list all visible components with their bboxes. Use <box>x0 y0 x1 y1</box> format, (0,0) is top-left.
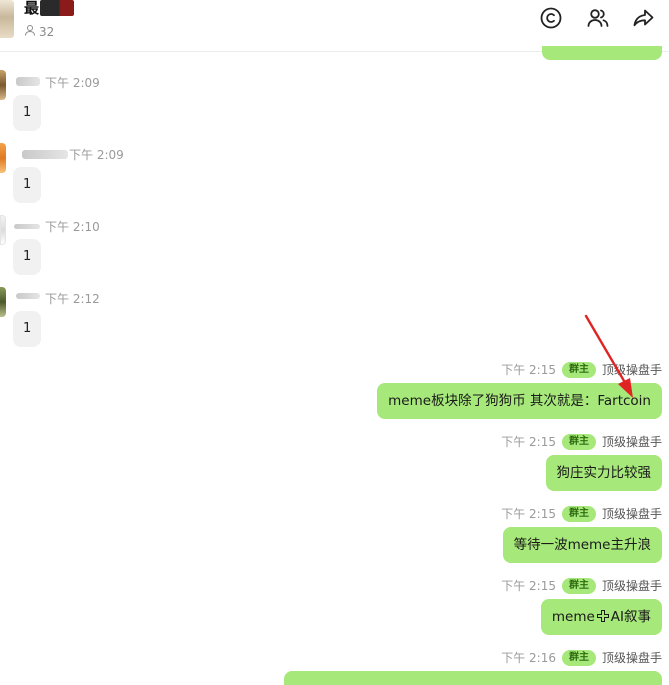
message-meta: 下午 2:15 群主 顶级操盘手 <box>501 433 662 450</box>
message-bubble-partial <box>542 46 662 60</box>
person-icon <box>24 24 36 39</box>
sender-name-obscured <box>22 150 68 159</box>
message-time: 下午 2:09 <box>45 76 100 90</box>
avatar[interactable] <box>0 70 6 100</box>
owner-badge: 群主 <box>561 649 596 666</box>
sender-name-obscured <box>16 293 40 299</box>
copyright-icon[interactable] <box>539 6 563 30</box>
message-bubble[interactable]: meme板块除了狗狗币 其次就是：Fartcoin <box>377 383 662 419</box>
plus-icon <box>596 601 610 622</box>
owner-badge: 群主 <box>561 361 596 378</box>
message-time: 下午 2:15 <box>501 579 556 593</box>
group-avatar[interactable] <box>0 0 14 38</box>
message-bubble[interactable]: 狗庄实力比较强 <box>545 455 662 491</box>
sender-name[interactable]: 顶级操盘手 <box>602 505 662 522</box>
message-bubble[interactable]: 1 <box>13 95 42 131</box>
message-time: 下午 2:15 <box>501 507 556 521</box>
message-meta: 下午 2:15 群主 顶级操盘手 <box>501 361 662 378</box>
sender-name-obscured <box>14 224 40 229</box>
avatar[interactable] <box>0 287 6 317</box>
member-count-value: 32 <box>39 24 55 39</box>
message-meta: 下午 2:16 群主 顶级操盘手 <box>501 649 662 666</box>
owner-badge: 群主 <box>561 577 596 594</box>
message-bubble[interactable]: 1 <box>13 311 42 347</box>
members-icon[interactable] <box>586 6 610 30</box>
owner-badge: 群主 <box>561 505 596 522</box>
message-meta: 下午 2:15 群主 顶级操盘手 <box>501 577 662 594</box>
owner-badge: 群主 <box>561 433 596 450</box>
sender-name[interactable]: 顶级操盘手 <box>602 577 662 594</box>
message-text-part: meme <box>551 609 595 625</box>
group-title-obscured <box>40 0 74 16</box>
sender-name[interactable]: 顶级操盘手 <box>602 649 662 666</box>
message-time: 下午 2:09 <box>69 148 124 162</box>
message-bubble-partial[interactable] <box>284 671 662 685</box>
share-icon[interactable] <box>632 6 656 30</box>
message-time: 下午 2:15 <box>501 435 556 449</box>
message-bubble[interactable]: 等待一波meme主升浪 <box>502 527 662 563</box>
message-bubble[interactable]: 1 <box>13 167 42 203</box>
group-title[interactable]: 最 <box>24 0 39 18</box>
sender-name-obscured <box>16 77 40 86</box>
message-time: 下午 2:15 <box>501 363 556 377</box>
message-time: 下午 2:10 <box>45 220 100 234</box>
message-text-part: AI叙事 <box>610 609 651 625</box>
member-count[interactable]: 32 <box>24 24 54 39</box>
sender-name[interactable]: 顶级操盘手 <box>602 433 662 450</box>
avatar[interactable] <box>0 143 6 173</box>
sender-name[interactable]: 顶级操盘手 <box>602 361 662 378</box>
message-meta: 下午 2:15 群主 顶级操盘手 <box>501 505 662 522</box>
avatar[interactable] <box>0 215 6 245</box>
message-bubble[interactable]: 1 <box>13 239 42 275</box>
message-bubble[interactable]: meme AI叙事 <box>540 599 662 635</box>
message-time: 下午 2:16 <box>501 651 556 665</box>
message-time: 下午 2:12 <box>45 292 100 306</box>
chat-header: 最 32 <box>0 0 669 52</box>
